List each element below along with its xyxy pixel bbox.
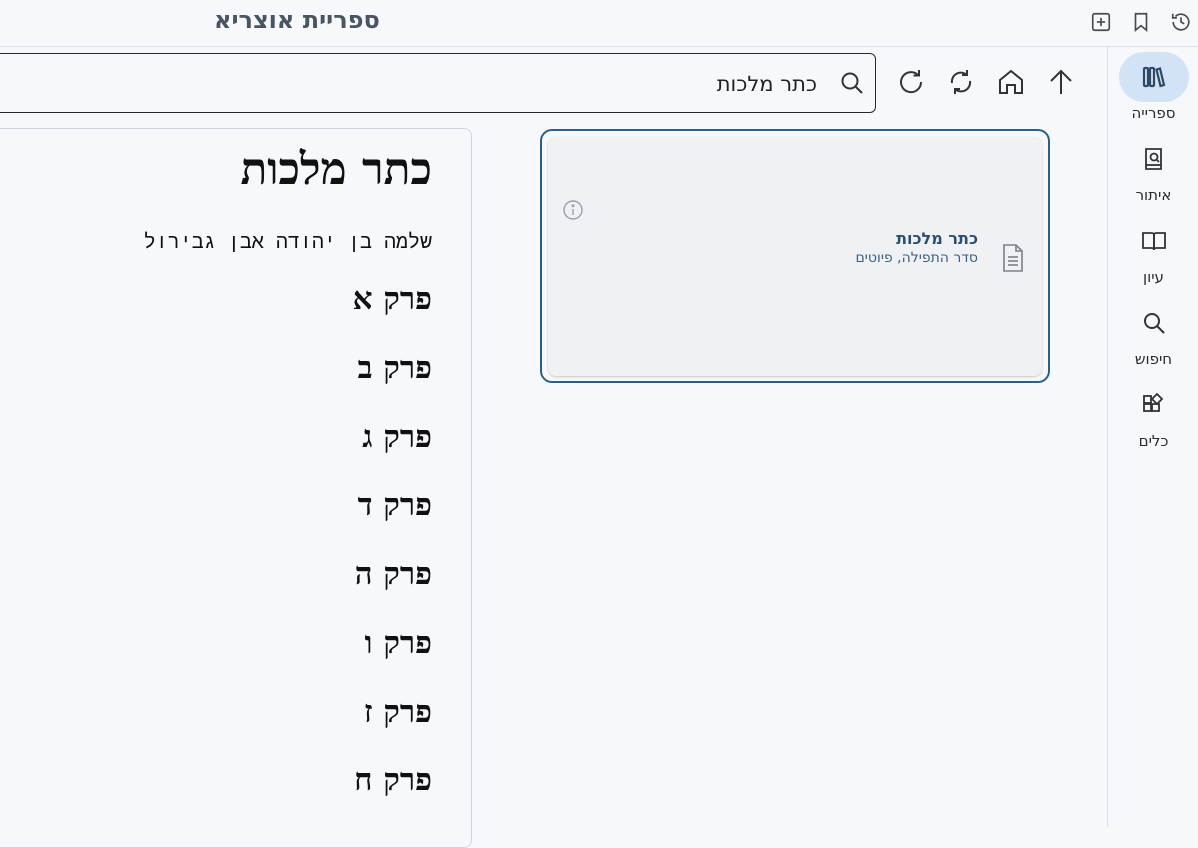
book-preview-panel: כתר מלכות שלמה בן יהודה אבן גבירול פרק א… <box>0 128 472 848</box>
rail-label-tools: כלים <box>1138 432 1169 450</box>
rail-item-find[interactable]: איתור <box>1108 134 1198 214</box>
sync-icon[interactable] <box>945 66 977 98</box>
document-icon <box>1000 243 1026 273</box>
rail-item-search[interactable]: חיפוש <box>1108 298 1198 378</box>
chapter-heading[interactable]: פרק ד <box>358 487 432 523</box>
chapter-heading[interactable]: פרק ב <box>358 350 432 386</box>
rail-item-library[interactable]: ספרייה <box>1108 52 1198 132</box>
chapter-heading[interactable]: פרק ג <box>362 419 432 455</box>
rail-label-find: איתור <box>1135 186 1172 204</box>
search-input[interactable] <box>115 68 819 100</box>
bookmark-icon[interactable] <box>1130 11 1152 33</box>
chapter-heading[interactable]: פרק ה <box>355 556 432 592</box>
result-title: כתר מלכות <box>896 229 978 248</box>
chapter-heading[interactable]: פרק א <box>353 281 432 317</box>
chapter-heading[interactable]: פרק ח <box>354 762 432 798</box>
find-book-icon <box>1119 134 1189 184</box>
top-bar: ספריית אוצריא <box>0 0 1198 47</box>
chapter-heading[interactable]: פרק ו <box>365 625 432 661</box>
rail-item-tools[interactable]: כלים <box>1108 380 1198 460</box>
rail-label-search: חיפוש <box>1134 350 1173 368</box>
preview-author: שלמה בן יהודה אבן גבירול <box>143 229 432 253</box>
history-icon[interactable] <box>1170 11 1192 33</box>
search-field[interactable] <box>0 53 876 113</box>
search-icon <box>1119 298 1189 348</box>
info-icon[interactable] <box>562 199 584 221</box>
preview-title: כתר מלכות <box>240 144 432 195</box>
navigation-rail: ספרייה איתור עיון חיפוש כלים <box>1107 47 1198 827</box>
result-card[interactable]: כתר מלכות סדר התפילה, פיוטים <box>548 137 1042 376</box>
rail-label-library: ספרייה <box>1131 104 1176 122</box>
rail-label-read: עיון <box>1143 268 1164 286</box>
chapter-heading[interactable]: פרק ז <box>364 694 432 730</box>
rail-item-read[interactable]: עיון <box>1108 216 1198 296</box>
result-card-selected: כתר מלכות סדר התפילה, פיוטים <box>540 129 1050 383</box>
search-icon <box>839 70 865 96</box>
refresh-icon[interactable] <box>895 66 927 98</box>
result-category: סדר התפילה, פיוטים <box>855 250 979 266</box>
new-tab-icon[interactable] <box>1090 11 1112 33</box>
library-icon <box>1118 52 1189 102</box>
home-icon[interactable] <box>995 66 1027 98</box>
tools-icon <box>1119 380 1189 430</box>
open-book-icon <box>1119 216 1189 266</box>
up-arrow-icon[interactable] <box>1045 66 1077 98</box>
app-title: ספריית אוצריא <box>214 6 380 34</box>
